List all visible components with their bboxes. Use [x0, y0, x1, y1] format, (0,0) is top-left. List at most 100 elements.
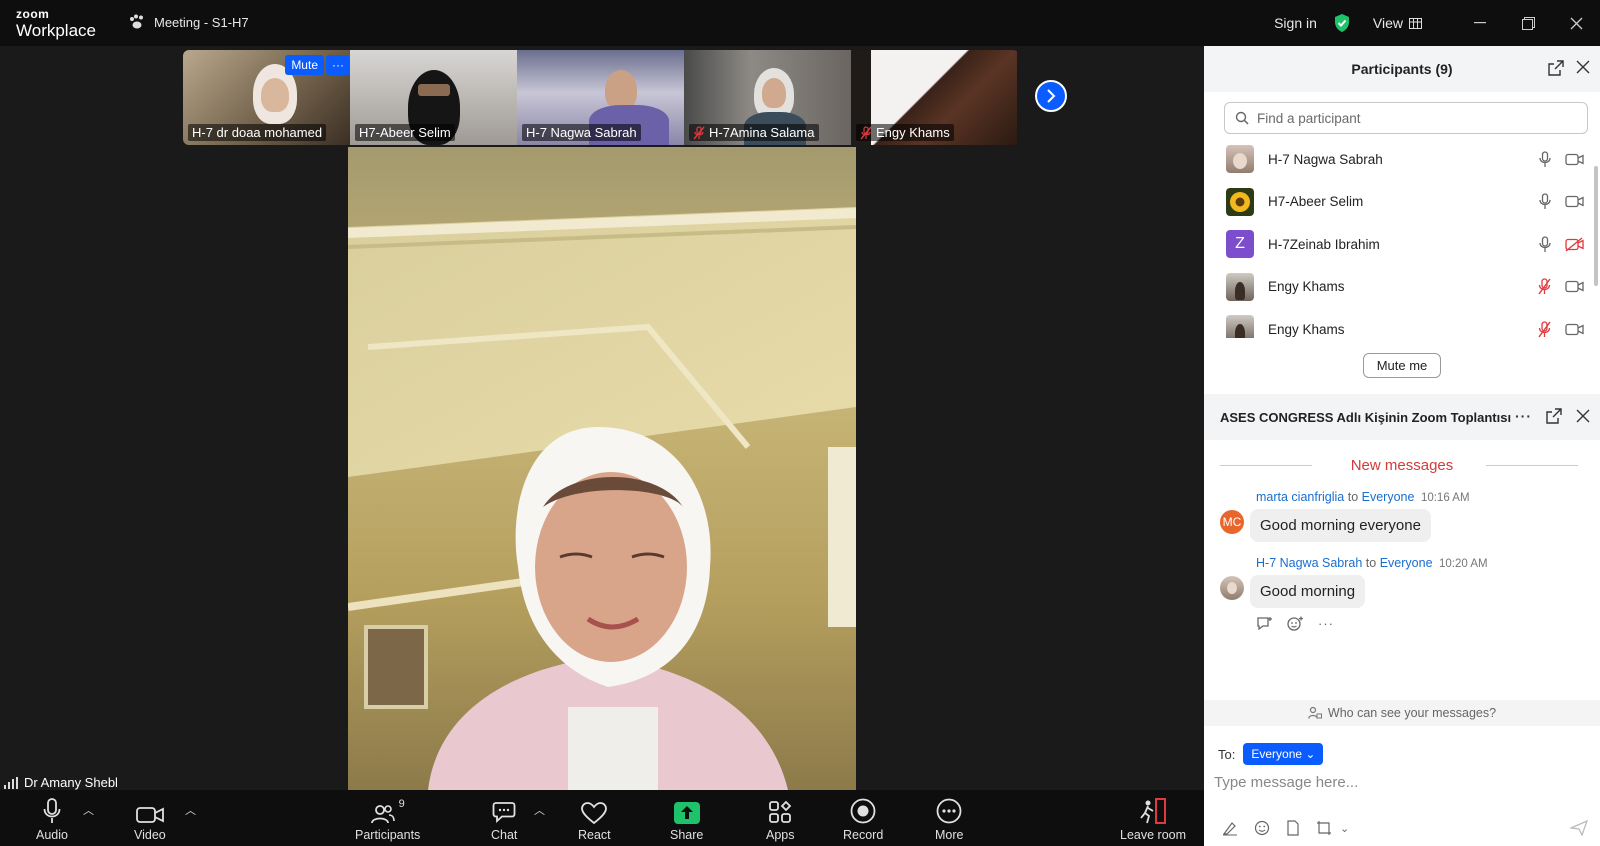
chat-button[interactable]: Chat: [491, 798, 517, 842]
video-tile[interactable]: H7-Abeer Selim: [350, 50, 517, 145]
message-more-icon[interactable]: ···: [1318, 616, 1334, 631]
view-button[interactable]: View: [1373, 15, 1422, 31]
reply-thread-icon[interactable]: [1256, 616, 1273, 631]
meeting-info[interactable]: Meeting - S1-H7: [128, 14, 249, 30]
recipient-name[interactable]: Everyone: [1380, 556, 1433, 570]
participants-button[interactable]: 9 Participants: [355, 798, 420, 842]
avatar: Z: [1226, 230, 1254, 259]
close-icon[interactable]: [1576, 409, 1590, 423]
video-tile[interactable]: H-7 Nagwa Sabrah: [517, 50, 684, 145]
sender-name[interactable]: H-7 Nagwa Sabrah: [1256, 556, 1362, 570]
emoji-icon[interactable]: [1254, 820, 1270, 836]
tile-mute-button[interactable]: Mute: [285, 55, 324, 75]
microphone-icon[interactable]: [1539, 151, 1551, 168]
tile-name-label: H-7 Nagwa Sabrah: [522, 124, 641, 141]
participant-row[interactable]: Engy Khams: [1204, 308, 1600, 338]
video-tile[interactable]: H-7Amina Salama: [684, 50, 851, 145]
participant-list-scrollbar[interactable]: [1594, 166, 1598, 286]
mic-muted-icon[interactable]: [1538, 278, 1551, 295]
participants-panel-header: Participants (9): [1204, 46, 1600, 92]
message-bubble[interactable]: Good morning everyone: [1250, 509, 1431, 542]
chat-message-meta: H-7 Nagwa Sabrah to Everyone 10:20 AM: [1256, 556, 1488, 570]
new-messages-divider: New messages: [1204, 440, 1600, 490]
sign-in-link[interactable]: Sign in: [1274, 15, 1317, 31]
leave-room-button[interactable]: Leave room: [1120, 798, 1186, 842]
video-off-icon[interactable]: [1565, 237, 1584, 252]
video-camera-icon[interactable]: [1565, 323, 1584, 336]
video-camera-icon[interactable]: [1565, 153, 1584, 166]
chevron-down-icon[interactable]: ⌄: [1340, 822, 1349, 835]
restore-button[interactable]: [1504, 0, 1552, 46]
active-speaker-label: Dr Amany Shebl: [4, 775, 118, 790]
avatar: [1226, 187, 1254, 216]
recipient-selector-row: To: Everyone ⌄: [1218, 743, 1324, 765]
recipient-dropdown[interactable]: Everyone ⌄: [1243, 743, 1324, 765]
message-actions: ···: [1204, 616, 1600, 631]
active-speaker-video[interactable]: [348, 147, 856, 790]
mute-me-button[interactable]: Mute me: [1363, 353, 1441, 378]
mic-muted-icon[interactable]: [1538, 321, 1551, 338]
more-icon: [936, 798, 962, 824]
chat-more-icon[interactable]: ···: [1515, 408, 1532, 424]
video-button[interactable]: Video: [134, 798, 166, 842]
next-page-button[interactable]: [1035, 80, 1067, 112]
video-tile[interactable]: Mute ··· H-7 dr doaa mohamed: [183, 50, 350, 145]
tile-more-button[interactable]: ···: [326, 55, 350, 75]
zoom-app: zoom Workplace Meeting - S1-H7 Sign in V…: [0, 0, 1600, 846]
chat-message-input[interactable]: Type message here...: [1214, 774, 1358, 791]
add-reaction-icon[interactable]: [1287, 616, 1304, 631]
video-camera-icon[interactable]: [1565, 195, 1584, 208]
audio-options-chevron-icon[interactable]: ︿: [83, 802, 94, 818]
file-icon[interactable]: [1286, 820, 1300, 836]
more-button[interactable]: More: [935, 798, 963, 842]
participant-row[interactable]: Engy Khams: [1204, 266, 1600, 309]
avatar: [1226, 145, 1254, 174]
share-screen-button[interactable]: Share: [670, 798, 703, 842]
pop-out-icon[interactable]: [1546, 408, 1562, 424]
apps-button[interactable]: Apps: [766, 798, 795, 842]
security-shield-icon[interactable]: [1333, 13, 1351, 33]
participant-row[interactable]: H7-Abeer Selim: [1204, 181, 1600, 224]
person-lock-icon: [1308, 706, 1322, 719]
search-icon: [1235, 111, 1249, 125]
pop-out-icon[interactable]: [1548, 60, 1564, 76]
sender-name[interactable]: marta cianfriglia: [1256, 490, 1344, 504]
chat-message: MC marta cianfriglia to Everyone 10:16 A…: [1204, 490, 1600, 542]
avatar: [1220, 576, 1244, 600]
message-bubble[interactable]: Good morning: [1250, 575, 1366, 608]
participant-row[interactable]: H-7 Nagwa Sabrah: [1204, 138, 1600, 181]
recipient-name[interactable]: Everyone: [1362, 490, 1415, 504]
video-options-chevron-icon[interactable]: ︿: [185, 802, 196, 818]
video-tile[interactable]: Engy Khams: [851, 50, 1017, 145]
avatar: [1226, 315, 1254, 338]
participant-search-input[interactable]: Find a participant: [1224, 102, 1588, 134]
audio-button[interactable]: Audio: [36, 798, 68, 842]
microphone-icon[interactable]: [1539, 236, 1551, 253]
chat-message: H-7 Nagwa Sabrah to Everyone 10:20 AM Go…: [1204, 556, 1600, 608]
send-icon[interactable]: [1570, 820, 1588, 836]
video-filmstrip: Mute ··· H-7 dr doaa mohamed H7-Abeer Se…: [183, 50, 1019, 145]
minimize-button[interactable]: [1456, 0, 1504, 46]
react-button[interactable]: React: [578, 798, 611, 842]
video-camera-icon[interactable]: [1565, 280, 1584, 293]
close-icon: [1570, 17, 1582, 29]
leave-door-icon: [1140, 798, 1166, 824]
format-text-icon[interactable]: [1222, 820, 1238, 836]
avatar: MC: [1220, 510, 1244, 534]
participant-list: H-7 Nagwa Sabrah H7-Abeer Selim Z H-7Zei…: [1204, 138, 1600, 338]
microphone-icon[interactable]: [1539, 193, 1551, 210]
message-time: 10:16 AM: [1420, 492, 1470, 504]
apps-icon: [769, 800, 792, 823]
chevron-down-icon: ⌄: [1305, 747, 1316, 761]
title-bar-right: Sign in View: [1274, 0, 1600, 46]
close-window-button[interactable]: [1552, 0, 1600, 46]
who-can-see-messages-link[interactable]: Who can see your messages?: [1204, 700, 1600, 726]
screenshot-icon[interactable]: [1316, 820, 1332, 836]
chat-options-chevron-icon[interactable]: ︿: [534, 802, 545, 818]
participant-video: [762, 78, 786, 108]
chat-message-meta: marta cianfriglia to Everyone 10:16 AM: [1256, 490, 1470, 504]
close-icon[interactable]: [1576, 60, 1590, 74]
participants-icon: [370, 805, 395, 824]
participant-row[interactable]: Z H-7Zeinab Ibrahim: [1204, 223, 1600, 266]
record-button[interactable]: Record: [843, 798, 883, 842]
